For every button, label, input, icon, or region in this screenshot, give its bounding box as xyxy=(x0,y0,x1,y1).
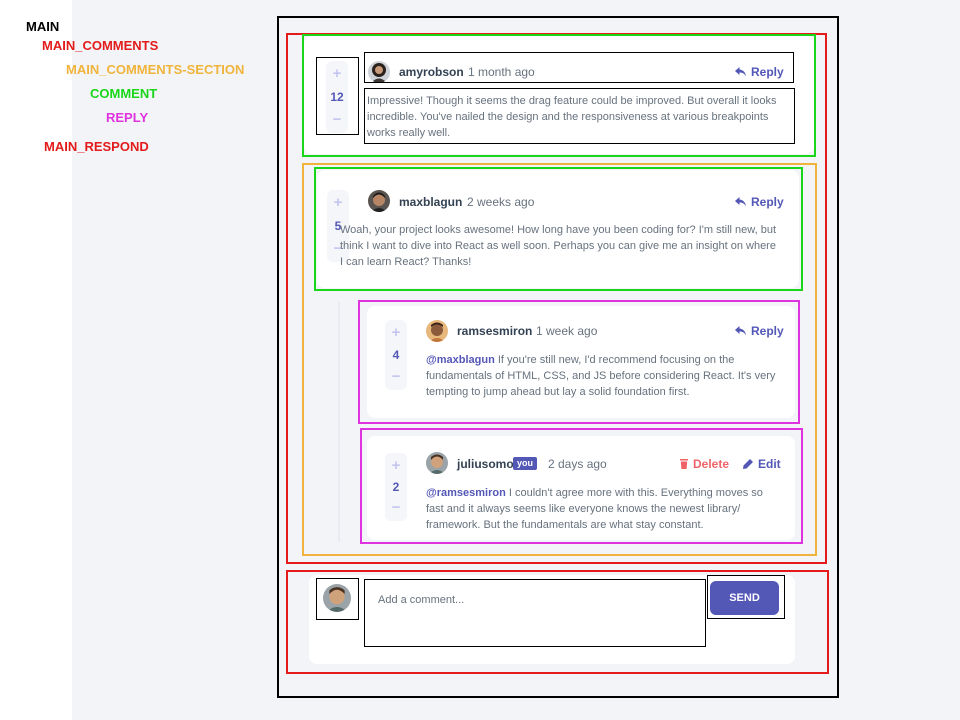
legend-comment: COMMENT xyxy=(90,86,158,101)
respond-avatar-outline xyxy=(316,578,359,620)
comment-header-outline xyxy=(364,52,794,83)
comment-body-outline xyxy=(364,88,795,144)
send-button-outline xyxy=(707,575,785,619)
legend-panel xyxy=(0,0,72,720)
legend-respond: MAIN_RESPOND xyxy=(44,139,149,154)
reply-outline xyxy=(358,300,800,424)
reply-outline xyxy=(360,428,803,544)
vote-outline xyxy=(316,57,359,135)
legend-reply: REPLY xyxy=(106,110,149,125)
comment-outline xyxy=(314,167,803,291)
legend-comments-section: MAIN_COMMENTS-SECTION xyxy=(66,62,245,77)
legend-main-comments: MAIN_COMMENTS xyxy=(42,38,159,53)
legend-main: MAIN xyxy=(26,19,60,34)
